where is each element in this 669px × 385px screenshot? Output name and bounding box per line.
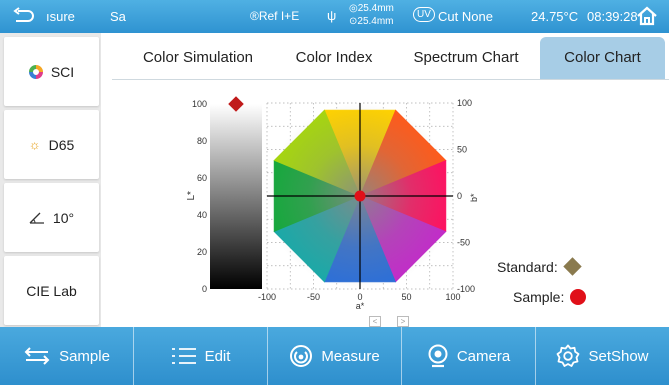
settings-icon xyxy=(557,344,580,367)
clock-label: 08:39:28 xyxy=(587,9,638,24)
camera-button-label: Camera xyxy=(456,347,511,365)
lightness-tick-label: 40 xyxy=(197,210,207,220)
tab-color-index[interactable]: Color Index xyxy=(284,37,384,79)
mode-label: ısure xyxy=(46,9,75,24)
color-space-label: CIE Lab xyxy=(26,282,77,299)
b-tick-label: 0 xyxy=(457,191,462,201)
setshow-button[interactable]: SetShow xyxy=(536,327,669,385)
tab-color-simulation[interactable]: Color Simulation xyxy=(112,37,284,79)
swap-arrows-icon xyxy=(24,347,50,365)
tab-bar: Color Simulation Color Index Spectrum Ch… xyxy=(112,37,669,80)
specular-mode-label: SCI xyxy=(50,63,75,80)
measure-button-label: Measure xyxy=(321,347,380,365)
chart-prev-icon[interactable]: < xyxy=(369,316,381,327)
uv-cut-label: Cut None xyxy=(438,9,493,24)
specular-mode-button[interactable]: SCI xyxy=(4,37,99,106)
b-axis-label: b* xyxy=(469,193,479,202)
illuminant-button[interactable]: ☼ D65 xyxy=(4,110,99,179)
a-tick-label: 50 xyxy=(401,292,411,302)
b-tick-label: -100 xyxy=(457,284,475,294)
left-panel: SCI ☼ D65 10° CIE Lab xyxy=(0,33,101,327)
file-label: Sa xyxy=(110,9,126,24)
observer-angle-button[interactable]: 10° xyxy=(4,183,99,252)
a-tick-label: -100 xyxy=(258,292,276,302)
color-space-button[interactable]: CIE Lab xyxy=(4,256,99,325)
legend-sample-label: Sample: xyxy=(513,289,565,305)
list-icon xyxy=(171,348,196,364)
sun-icon: ☼ xyxy=(28,137,41,152)
lightness-tick-label: 20 xyxy=(197,247,207,257)
legend-standard-label: Standard: xyxy=(497,259,558,275)
color-chart: 100806040200L*-100 -50 0 50 100a*100500-50-1… xyxy=(186,96,479,311)
tab-spectrum-chart[interactable]: Spectrum Chart xyxy=(396,37,536,79)
camera-icon xyxy=(428,344,448,368)
legend-sample-dot-icon xyxy=(570,289,587,305)
lightness-bar xyxy=(210,104,262,289)
usb-icon: ψ xyxy=(327,8,337,23)
home-icon[interactable] xyxy=(636,6,658,26)
edit-button[interactable]: Edit xyxy=(134,327,268,385)
legend-standard-diamond-icon xyxy=(563,257,582,276)
a-tick-label: -50 xyxy=(307,292,320,302)
illuminant-label: D65 xyxy=(48,136,75,153)
b-tick-label: 50 xyxy=(457,145,467,155)
sample-point xyxy=(354,190,366,202)
bottom-bar: Sample Edit Measure Camera SetShow xyxy=(0,327,669,385)
a-axis-label: a* xyxy=(356,301,365,311)
aperture-top-label: ◎25.4mm xyxy=(349,3,394,14)
camera-button[interactable]: Camera xyxy=(402,327,536,385)
b-tick-label: -50 xyxy=(457,238,470,248)
uv-badge: UV xyxy=(413,7,435,22)
b-tick-label: 100 xyxy=(457,98,472,108)
status-bar: ısure Sa ®Ref I+E ψ ◎25.4mm ⊙25.4mm UV C… xyxy=(0,0,669,33)
setshow-button-label: SetShow xyxy=(588,347,649,365)
measure-icon xyxy=(290,345,313,367)
lightness-tick-label: 80 xyxy=(197,136,207,146)
observer-angle-label: 10° xyxy=(52,209,75,226)
edit-button-label: Edit xyxy=(204,347,231,365)
sample-button-label: Sample xyxy=(59,347,110,365)
legend-standard: Standard: xyxy=(497,257,582,276)
tab-color-chart[interactable]: Color Chart xyxy=(540,37,665,79)
color-ring-icon xyxy=(28,64,43,79)
back-arrow-icon[interactable] xyxy=(12,7,34,25)
lightness-tick-label: 60 xyxy=(197,173,207,183)
legend-sample: Sample: xyxy=(513,289,587,305)
aperture-bottom-label: ⊙25.4mm xyxy=(349,16,394,27)
sample-button[interactable]: Sample xyxy=(0,327,134,385)
temperature-label: 24.75°C xyxy=(531,9,579,24)
reference-label: ®Ref I+E xyxy=(250,9,300,23)
lightness-axis-label: L* xyxy=(186,191,197,201)
chart-next-icon[interactable]: > xyxy=(397,316,409,327)
measure-button[interactable]: Measure xyxy=(268,327,402,385)
angle-icon xyxy=(29,212,44,224)
lightness-tick-label: 0 xyxy=(202,284,207,294)
lightness-tick-label: 100 xyxy=(192,99,207,109)
